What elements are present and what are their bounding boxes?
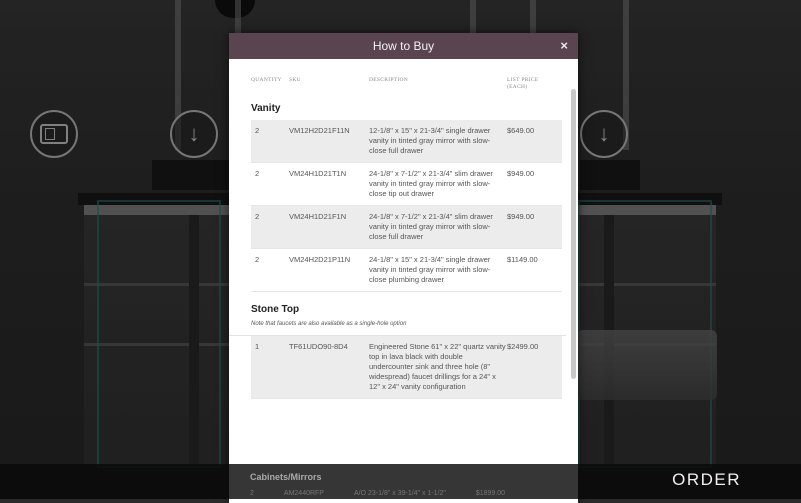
table-row: 2 VM24H2D21P11N 24-1/8" x 15" x 21-3/4" … bbox=[251, 249, 562, 292]
col-description: DESCRIPTION bbox=[369, 77, 409, 83]
row-qty: 2 bbox=[255, 126, 260, 135]
row-desc: A/O 23-1/8" x 39-1/4" x 1-1/2" bbox=[353, 490, 446, 497]
how-to-buy-modal: How to Buy × QUANTITY SKU DESCRIPTION LI… bbox=[229, 33, 578, 503]
row-price: $649.00 bbox=[507, 126, 535, 135]
row-sku: VM12H2D21F11N bbox=[289, 126, 350, 135]
col-sku: SKU bbox=[289, 77, 301, 83]
row-sku: VM24H1D21F1N bbox=[289, 212, 347, 221]
row-sku: TF61UDO90-8D4 bbox=[289, 342, 348, 351]
col-quantity: QUANTITY bbox=[251, 77, 282, 83]
row-desc: 24-1/8" x 15" x 21-3/4" single drawer va… bbox=[369, 255, 491, 284]
row-sku: VM24H1D21T1N bbox=[289, 169, 347, 178]
row-qty: 2 bbox=[255, 212, 260, 221]
row-price: $949.00 bbox=[507, 212, 535, 221]
row-desc: 24-1/8" x 7-1/2" x 21-3/4" slim drawer v… bbox=[369, 169, 493, 198]
row-price: $1149.00 bbox=[507, 255, 538, 264]
section-title-vanity: Vanity bbox=[251, 103, 281, 114]
section-title-stone-top: Stone Top bbox=[251, 304, 300, 315]
modal-scrollbar[interactable] bbox=[571, 89, 576, 379]
row-sku: AM2440RFP bbox=[283, 490, 324, 497]
row-sku: VM24H2D21P11N bbox=[289, 255, 351, 264]
table-row-partial: 2 AM2440RFP A/O 23-1/8" x 39-1/4" x 1-1/… bbox=[250, 490, 505, 497]
row-price: $2499.00 bbox=[507, 342, 539, 351]
row-qty: 1 bbox=[255, 342, 260, 351]
row-qty: 2 bbox=[255, 169, 260, 178]
table-header: QUANTITY SKU DESCRIPTION LIST PRICE (EAC… bbox=[229, 59, 578, 91]
modal-header: How to Buy × bbox=[229, 33, 578, 59]
col-list-price: LIST PRICE (EACH) bbox=[507, 77, 539, 90]
section-title-cabinets: Cabinets/Mirrors bbox=[250, 472, 322, 482]
close-icon[interactable]: × bbox=[560, 38, 568, 53]
row-qty: 2 bbox=[255, 255, 260, 264]
modal-body[interactable]: QUANTITY SKU DESCRIPTION LIST PRICE (EAC… bbox=[229, 59, 578, 503]
row-price: $949.00 bbox=[507, 169, 535, 178]
table-row: 2 VM12H2D21F11N 12-1/8" x 15" x 21-3/4" … bbox=[251, 120, 562, 163]
bottom-bar: Cabinets/Mirrors 2 AM2440RFP A/O 23-1/8"… bbox=[0, 464, 801, 499]
order-button[interactable]: ORDER bbox=[672, 470, 741, 490]
row-desc: 24-1/8" x 7-1/2" x 21-3/4" slim drawer v… bbox=[369, 212, 493, 241]
row-desc: Engineered Stone 61" x 22" quartz vanity… bbox=[369, 342, 506, 391]
table-row: 2 VM24H1D21T1N 24-1/8" x 7-1/2" x 21-3/4… bbox=[251, 163, 562, 206]
row-price: $1899.00 bbox=[475, 490, 506, 497]
table-row: 2 VM24H1D21F1N 24-1/8" x 7-1/2" x 21-3/4… bbox=[251, 206, 562, 249]
faucet-note: Note that faucets are also available as … bbox=[229, 321, 566, 336]
modal-title: How to Buy bbox=[372, 39, 435, 53]
table-row: 1 TF61UDO90-8D4 Engineered Stone 61" x 2… bbox=[251, 336, 562, 399]
row-desc: 12-1/8" x 15" x 21-3/4" single drawer va… bbox=[369, 126, 491, 155]
row-qty: 2 bbox=[250, 490, 254, 497]
